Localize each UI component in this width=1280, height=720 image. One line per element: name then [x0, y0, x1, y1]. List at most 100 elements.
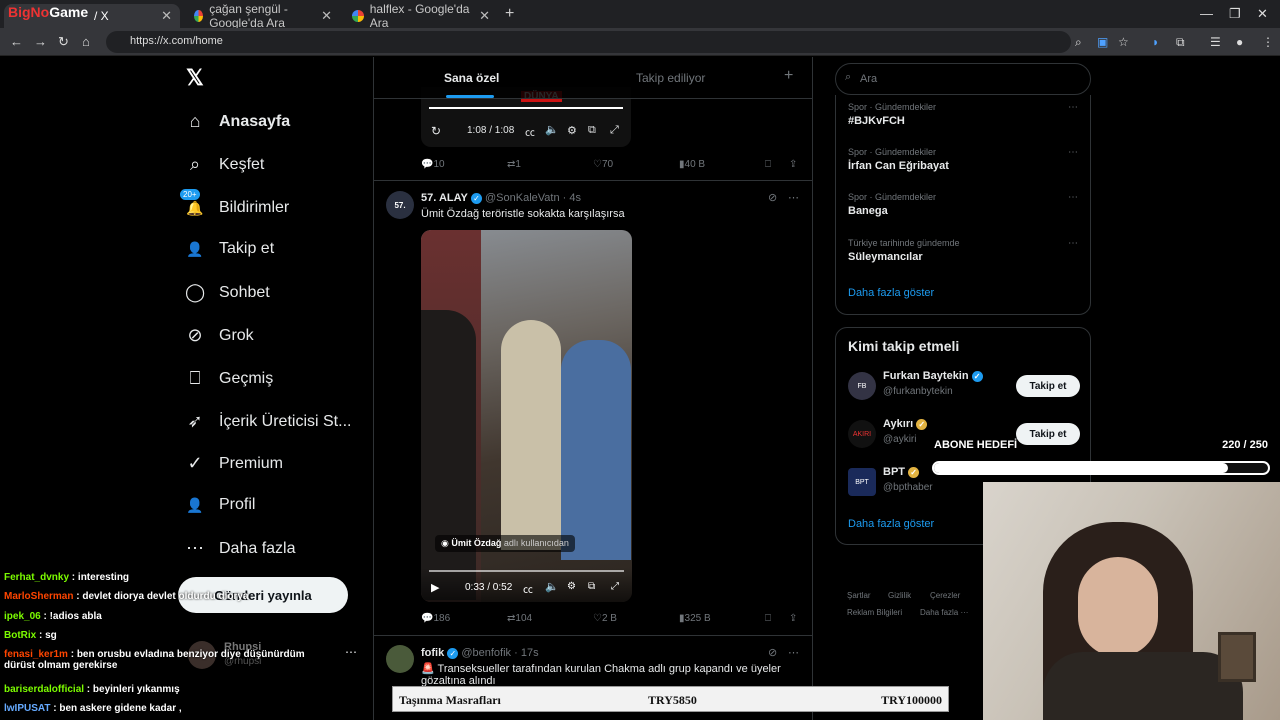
verified-icon: ✓	[447, 648, 459, 659]
sidebar-item-more[interactable]: ⋯ Daha fazla	[185, 538, 296, 559]
video-figure	[501, 320, 561, 550]
home-icon: ⌂	[189, 111, 201, 131]
close-icon[interactable]: ✕	[321, 8, 332, 24]
more-icon[interactable]: ⋯	[1068, 238, 1078, 249]
trend-item[interactable]: Spor · Gündemdekiler Banega ⋯	[848, 192, 1078, 217]
avatar[interactable]	[386, 645, 414, 673]
video-attribution[interactable]: ◉ Ümit Özdağ adlı kullanıcıdan	[435, 535, 575, 552]
reading-list-icon[interactable]: ☰	[1210, 35, 1221, 49]
tab-google-search-1[interactable]: çağan şengül - Google'da Ara ✕	[184, 2, 340, 30]
star-icon[interactable]: ☆	[1118, 35, 1129, 49]
trend-item[interactable]: Spor · Gündemdekiler #BJKvFCH ⋯	[848, 102, 1078, 127]
more-icon[interactable]: ⋯	[788, 191, 799, 204]
profile-avatar-icon[interactable]: ●	[1236, 35, 1243, 49]
forward-icon[interactable]: →	[34, 34, 47, 49]
bookmark-icon[interactable]: ⎕	[765, 613, 771, 624]
trend-item[interactable]: Türkiye tarihinde gündemde Süleymancılar…	[848, 238, 1078, 263]
like-button[interactable]: ♡ 2 B	[593, 613, 617, 624]
puzzle-icon[interactable]: ⧉	[1176, 35, 1185, 50]
new-tab-icon[interactable]: +	[505, 5, 514, 23]
home-icon[interactable]: ⌂	[82, 34, 90, 49]
volume-icon[interactable]: 🔈	[545, 123, 559, 136]
author-handle[interactable]: @SonKaleVatn	[485, 192, 560, 204]
share-icon[interactable]: ⇪	[789, 613, 797, 624]
author-name[interactable]: fofik	[421, 647, 444, 659]
footer-link[interactable]: Gizlilik	[888, 591, 911, 600]
tweet-time[interactable]: 17s	[521, 647, 539, 659]
sidebar-item-home[interactable]: ⌂ Anasayfa	[185, 111, 291, 132]
views-count[interactable]: ▮ 40 B	[679, 159, 705, 170]
sidebar-item-chat[interactable]: ◯ Sohbet	[185, 282, 270, 303]
replay-icon[interactable]: ↻	[431, 124, 441, 138]
close-icon[interactable]: ✕	[161, 8, 172, 24]
reply-button[interactable]: 💬 10	[421, 159, 445, 170]
bookmark-icon[interactable]: ⎕	[765, 159, 771, 170]
captions-icon[interactable]: ㏄	[523, 581, 533, 596]
repost-button[interactable]: ⇄ 104	[507, 613, 532, 624]
tab-google-search-2[interactable]: halflex - Google'da Ara ✕	[342, 2, 498, 30]
more-icon[interactable]: ⋯	[1068, 147, 1078, 158]
fullscreen-icon[interactable]: ⤢	[610, 124, 619, 137]
maximize-icon[interactable]: ❐	[1229, 6, 1241, 22]
like-button[interactable]: ♡ 70	[593, 159, 613, 170]
url-field[interactable]: https://x.com/home	[106, 31, 1071, 53]
sidebar-item-profile[interactable]: 👤 Profil	[185, 496, 255, 514]
settings-icon[interactable]: ⚙	[567, 581, 576, 592]
sidebar-item-bookmarks[interactable]: ⎕ Geçmiş	[185, 368, 274, 389]
zoom-icon[interactable]: ⌕	[1075, 35, 1082, 50]
footer-link[interactable]: Reklam Bilgileri	[847, 608, 902, 617]
trend-item[interactable]: Spor · Gündemdekiler İrfan Can Eğribayat…	[848, 147, 1078, 172]
follow-button[interactable]: Takip et	[1016, 375, 1080, 397]
more-icon[interactable]: ⋯	[1068, 192, 1078, 203]
grok-icon[interactable]: ⊘	[768, 646, 777, 659]
play-icon[interactable]: ▶	[431, 581, 439, 594]
repost-button[interactable]: ⇄ 1	[507, 159, 521, 170]
sidebar-item-notifications[interactable]: 🔔 20+ Bildirimler	[180, 189, 290, 218]
follow-suggestion[interactable]: FB Furkan Baytekin ✓ @furkanbytekin Taki…	[848, 370, 1080, 404]
views-count[interactable]: ▮ 325 B	[679, 613, 711, 624]
footer-link[interactable]: Şartlar	[847, 591, 871, 600]
x-logo-icon[interactable]: 𝕏	[186, 65, 204, 91]
video-progress[interactable]	[429, 570, 624, 572]
video-progress[interactable]	[429, 107, 623, 109]
show-more-link[interactable]: Daha fazla göster	[848, 518, 934, 530]
sidebar-item-grok[interactable]: ⊘ Grok	[185, 325, 253, 346]
search-input[interactable]: ⌕ Ara	[835, 63, 1091, 95]
close-icon[interactable]: ✕	[479, 8, 490, 24]
add-tab-icon[interactable]: +	[784, 67, 793, 85]
pip-icon[interactable]: ⧉	[588, 581, 595, 592]
fullscreen-icon[interactable]: ⤢	[611, 581, 619, 592]
translate-icon[interactable]: ▣	[1097, 35, 1108, 49]
video-player[interactable]: ◉ Ümit Özdağ adlı kullanıcıdan ▶ 0:33 / …	[421, 230, 632, 602]
footer-link[interactable]: Daha fazla ···	[920, 608, 968, 617]
tab-following[interactable]: Takip ediliyor	[636, 71, 705, 85]
sidebar-item-creator-studio[interactable]: ➶ İçerik Üreticisi St...	[185, 411, 351, 432]
footer-link[interactable]: Çerezler	[930, 591, 960, 600]
minimize-icon[interactable]: —	[1200, 6, 1213, 21]
chat-icon: ◯	[185, 282, 206, 302]
more-icon[interactable]: ⋯	[788, 646, 799, 659]
sidebar-item-follow[interactable]: 👤 Takip et	[185, 240, 274, 258]
captions-icon[interactable]: ㏄	[525, 124, 535, 139]
back-icon[interactable]: ←	[10, 34, 23, 49]
pip-icon[interactable]: ⧉	[588, 124, 596, 137]
close-window-icon[interactable]: ✕	[1257, 6, 1268, 22]
share-icon[interactable]: ⇪	[789, 159, 797, 170]
author-handle[interactable]: @benfofik	[461, 647, 511, 659]
extension-icon[interactable]: ◗	[1152, 35, 1159, 49]
reply-button[interactable]: 💬 186	[421, 613, 450, 624]
tab-for-you[interactable]: Sana özel	[444, 71, 499, 85]
menu-icon[interactable]: ⋮	[1262, 35, 1274, 49]
settings-icon[interactable]: ⚙	[567, 124, 577, 137]
tweet-time[interactable]: 4s	[569, 192, 581, 204]
sidebar-item-premium[interactable]: ✓ Premium	[185, 453, 283, 474]
show-more-link[interactable]: Daha fazla göster	[848, 287, 934, 299]
reload-icon[interactable]: ↻	[58, 34, 69, 50]
sidebar-item-label: Bildirimler	[219, 198, 290, 216]
volume-icon[interactable]: 🔈	[545, 580, 559, 593]
author-name[interactable]: 57. ALAY	[421, 192, 468, 204]
more-icon[interactable]: ⋯	[1068, 102, 1078, 113]
sidebar-item-explore[interactable]: ⌕ Keşfet	[185, 154, 264, 175]
grok-icon[interactable]: ⊘	[768, 191, 777, 204]
avatar[interactable]: 57.	[386, 191, 414, 219]
